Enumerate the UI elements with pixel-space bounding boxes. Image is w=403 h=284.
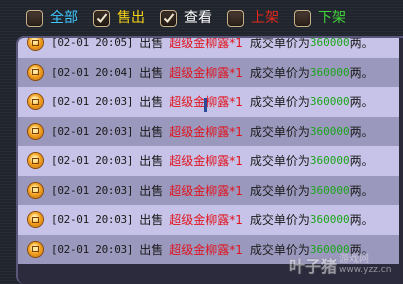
record-item: 超级金柳露*1 bbox=[169, 213, 243, 228]
watermark-logo: 叶子猪 bbox=[289, 257, 338, 276]
record-action: 出售 bbox=[139, 95, 164, 110]
record-unit: 两。 bbox=[349, 95, 374, 110]
record-time: [02-01 20:03] bbox=[51, 124, 134, 138]
check-icon bbox=[96, 13, 107, 23]
coin-icon bbox=[28, 212, 43, 228]
record-price-label: 成交单价为 bbox=[249, 95, 310, 110]
coin-icon bbox=[28, 64, 43, 80]
record-price: 360000 bbox=[309, 65, 350, 79]
record-time: [02-01 20:03] bbox=[51, 95, 134, 109]
record-time: [02-01 20:05] bbox=[51, 36, 134, 50]
record-unit: 两。 bbox=[349, 154, 374, 169]
list-item: [02-01 20:03] 出售 超级金柳露*1 成交单价为 360000 两。 bbox=[18, 175, 403, 205]
record-action: 出售 bbox=[139, 213, 164, 228]
filter-delist-label: 下架 bbox=[318, 10, 346, 26]
filter-list[interactable]: 上架 bbox=[227, 8, 279, 28]
trade-log-panel: [02-01 20:05] 出售 超级金柳露*1 成交单价为 360000 两。… bbox=[16, 36, 403, 284]
record-unit: 两。 bbox=[349, 124, 374, 139]
filter-view[interactable]: 查看 bbox=[160, 8, 212, 28]
record-price-label: 成交单价为 bbox=[249, 183, 310, 198]
record-action: 出售 bbox=[139, 183, 164, 198]
list-item: [02-01 20:03] 出售 超级金柳露*1 成交单价为 360000 两。 bbox=[18, 146, 403, 176]
record-time: [02-01 20:03] bbox=[51, 154, 134, 168]
record-price-label: 成交单价为 bbox=[249, 154, 310, 169]
checkbox-delist[interactable] bbox=[294, 9, 311, 27]
checkbox-view[interactable] bbox=[160, 9, 177, 27]
record-price: 360000 bbox=[309, 95, 350, 109]
record-time: [02-01 20:03] bbox=[51, 242, 134, 256]
record-item: 超级金柳露*1 bbox=[169, 124, 243, 139]
record-item: 超级金柳露*1 bbox=[169, 183, 243, 198]
record-price-label: 成交单价为 bbox=[249, 124, 310, 139]
list-item: [02-01 20:03] 出售 超级金柳露*1 成交单价为 360000 两。 bbox=[18, 116, 403, 146]
record-time: [02-01 20:03] bbox=[51, 213, 134, 227]
watermark-url: www.yzz.cn bbox=[339, 265, 392, 275]
filter-delist[interactable]: 下架 bbox=[294, 8, 346, 28]
record-action: 出售 bbox=[139, 36, 164, 51]
record-time: [02-01 20:03] bbox=[51, 183, 134, 197]
record-unit: 两。 bbox=[349, 213, 374, 228]
record-time: [02-01 20:04] bbox=[51, 65, 134, 79]
check-icon bbox=[163, 13, 174, 23]
record-item: 超级金柳露*1 bbox=[169, 242, 243, 257]
record-action: 出售 bbox=[139, 242, 164, 257]
record-price-label: 成交单价为 bbox=[249, 213, 310, 228]
scrollbar[interactable] bbox=[399, 38, 403, 284]
text-cursor bbox=[204, 98, 207, 112]
record-item: 超级金柳露*1 bbox=[169, 154, 243, 169]
coin-icon bbox=[28, 153, 43, 169]
coin-icon bbox=[28, 94, 43, 110]
filter-sell-label: 售出 bbox=[117, 10, 145, 26]
checkbox-sell[interactable] bbox=[93, 9, 110, 27]
record-price: 360000 bbox=[309, 213, 350, 227]
watermark-cn: 游戏网 bbox=[339, 254, 370, 265]
filter-view-label: 查看 bbox=[184, 10, 212, 26]
coin-icon bbox=[28, 182, 43, 198]
record-action: 出售 bbox=[139, 65, 164, 80]
checkbox-all[interactable] bbox=[26, 9, 43, 27]
watermark-text: 游戏网 www.yzz.cn bbox=[339, 254, 391, 276]
record-unit: 两。 bbox=[349, 36, 374, 51]
watermark: 叶子猪 游戏网 www.yzz.cn bbox=[289, 250, 397, 280]
record-price: 360000 bbox=[309, 183, 350, 197]
record-unit: 两。 bbox=[349, 65, 374, 80]
record-item: 超级金柳露*1 bbox=[169, 36, 243, 51]
list-item: [02-01 20:03] 出售 超级金柳露*1 成交单价为 360000 两。 bbox=[18, 205, 403, 235]
record-price-label: 成交单价为 bbox=[249, 36, 310, 51]
filter-all-label: 全部 bbox=[50, 10, 78, 26]
coin-icon bbox=[28, 38, 43, 51]
list-item: [02-01 20:04] 出售 超级金柳露*1 成交单价为 360000 两。 bbox=[18, 57, 403, 87]
record-item: 超级金柳露*1 bbox=[169, 65, 243, 80]
record-price: 360000 bbox=[309, 36, 350, 50]
record-unit: 两。 bbox=[349, 183, 374, 198]
record-price-label: 成交单价为 bbox=[249, 65, 310, 80]
filter-bar: 全部 售出 查看 上架 下架 bbox=[0, 0, 403, 36]
filter-sell[interactable]: 售出 bbox=[93, 8, 145, 28]
record-action: 出售 bbox=[139, 154, 164, 169]
coin-icon bbox=[28, 241, 43, 257]
record-price: 360000 bbox=[309, 124, 350, 138]
record-price: 360000 bbox=[309, 154, 350, 168]
checkbox-list[interactable] bbox=[227, 9, 244, 27]
coin-icon bbox=[28, 123, 43, 139]
filter-all[interactable]: 全部 bbox=[26, 8, 78, 28]
list-item: [02-01 20:03] 出售 超级金柳露*1 成交单价为 360000 两。 bbox=[18, 87, 403, 117]
trade-log-list: [02-01 20:05] 出售 超级金柳露*1 成交单价为 360000 两。… bbox=[18, 36, 403, 264]
list-item: [02-01 20:05] 出售 超级金柳露*1 成交单价为 360000 两。 bbox=[18, 36, 403, 58]
filter-list-label: 上架 bbox=[251, 10, 279, 26]
record-action: 出售 bbox=[139, 124, 164, 139]
